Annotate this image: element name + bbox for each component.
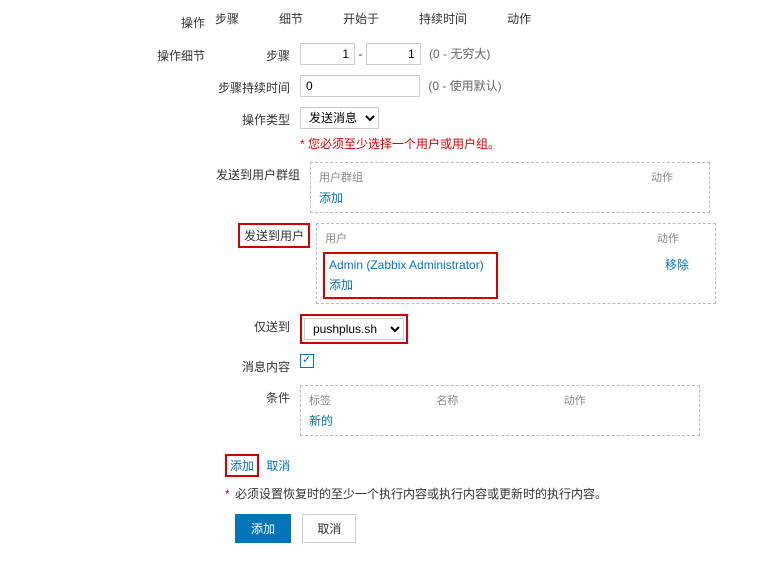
groups-add-link[interactable]: 添加 (319, 191, 343, 205)
add-button[interactable]: 添加 (235, 514, 291, 543)
step-hint: (0 - 无穷大) (429, 47, 490, 61)
tab-steps[interactable]: 步骤 (215, 10, 239, 27)
send-to-groups-label: 发送到用户群组 (215, 162, 310, 183)
footer-warning: 必须设置恢复时的至少一个执行内容或执行内容或更新时的执行内容。 (235, 487, 607, 501)
step-dash: - (358, 47, 362, 61)
step-from-input[interactable] (300, 43, 355, 65)
conditions-label: 条件 (215, 385, 300, 406)
only-to-select[interactable]: pushplus.sh (304, 318, 404, 340)
cond-th-action: 动作 (564, 392, 691, 408)
warning-asterisk: * (225, 487, 230, 501)
send-to-users-label: 发送到用户 (244, 229, 304, 243)
step-to-input[interactable] (366, 43, 421, 65)
cond-new-link[interactable]: 新的 (309, 414, 333, 428)
cond-th-tag: 标签 (309, 392, 436, 408)
tab-duration[interactable]: 持续时间 (419, 10, 467, 27)
tab-details[interactable]: 细节 (279, 10, 303, 27)
footer-add-link[interactable]: 添加 (230, 459, 254, 473)
step-duration-input[interactable] (300, 75, 420, 97)
tabs-header: 步骤 细节 开始于 持续时间 动作 (215, 10, 754, 27)
users-selected-box: Admin (Zabbix Administrator) 添加 (323, 252, 498, 299)
footer-cancel-link[interactable]: 取消 (266, 459, 290, 473)
step-duration-hint: (0 - 使用默认) (428, 79, 501, 93)
groups-th-action: 动作 (651, 169, 701, 185)
operation-details-label: 操作细节 (20, 43, 215, 64)
conditions-table: 标签 名称 动作 新的 (300, 385, 700, 436)
only-to-label: 仅送到 (215, 314, 300, 335)
tab-action[interactable]: 动作 (507, 10, 531, 27)
tab-start-at[interactable]: 开始于 (343, 10, 379, 27)
step-duration-label: 步骤持续时间 (215, 75, 300, 96)
user-row-remove[interactable]: 移除 (665, 258, 689, 272)
send-to-users-label-box: 发送到用户 (238, 223, 310, 248)
user-row-name[interactable]: Admin (Zabbix Administrator) (329, 258, 492, 272)
cancel-button[interactable]: 取消 (302, 514, 356, 543)
operations-label: 操作 (20, 10, 215, 31)
operation-type-label: 操作类型 (215, 107, 300, 128)
users-table: 用户 动作 Admin (Zabbix Administrator) 添加 (316, 223, 716, 304)
users-th-name: 用户 (325, 230, 657, 246)
footer-add-box: 添加 (225, 454, 259, 477)
footer-links: 添加 取消 (225, 454, 754, 477)
operation-type-warning: * 您必须至少选择一个用户或用户组。 (300, 135, 754, 152)
cond-th-name: 名称 (436, 392, 563, 408)
operation-type-select[interactable]: 发送消息 (300, 107, 379, 129)
steps-label: 步骤 (215, 43, 300, 64)
users-th-action: 动作 (657, 230, 707, 246)
groups-table: 用户群组 动作 添加 (310, 162, 710, 213)
message-content-label: 消息内容 (215, 354, 300, 375)
message-content-checkbox[interactable] (300, 354, 314, 368)
users-add-link[interactable]: 添加 (329, 278, 353, 292)
only-to-box: pushplus.sh (300, 314, 408, 344)
groups-th-name: 用户群组 (319, 169, 651, 185)
